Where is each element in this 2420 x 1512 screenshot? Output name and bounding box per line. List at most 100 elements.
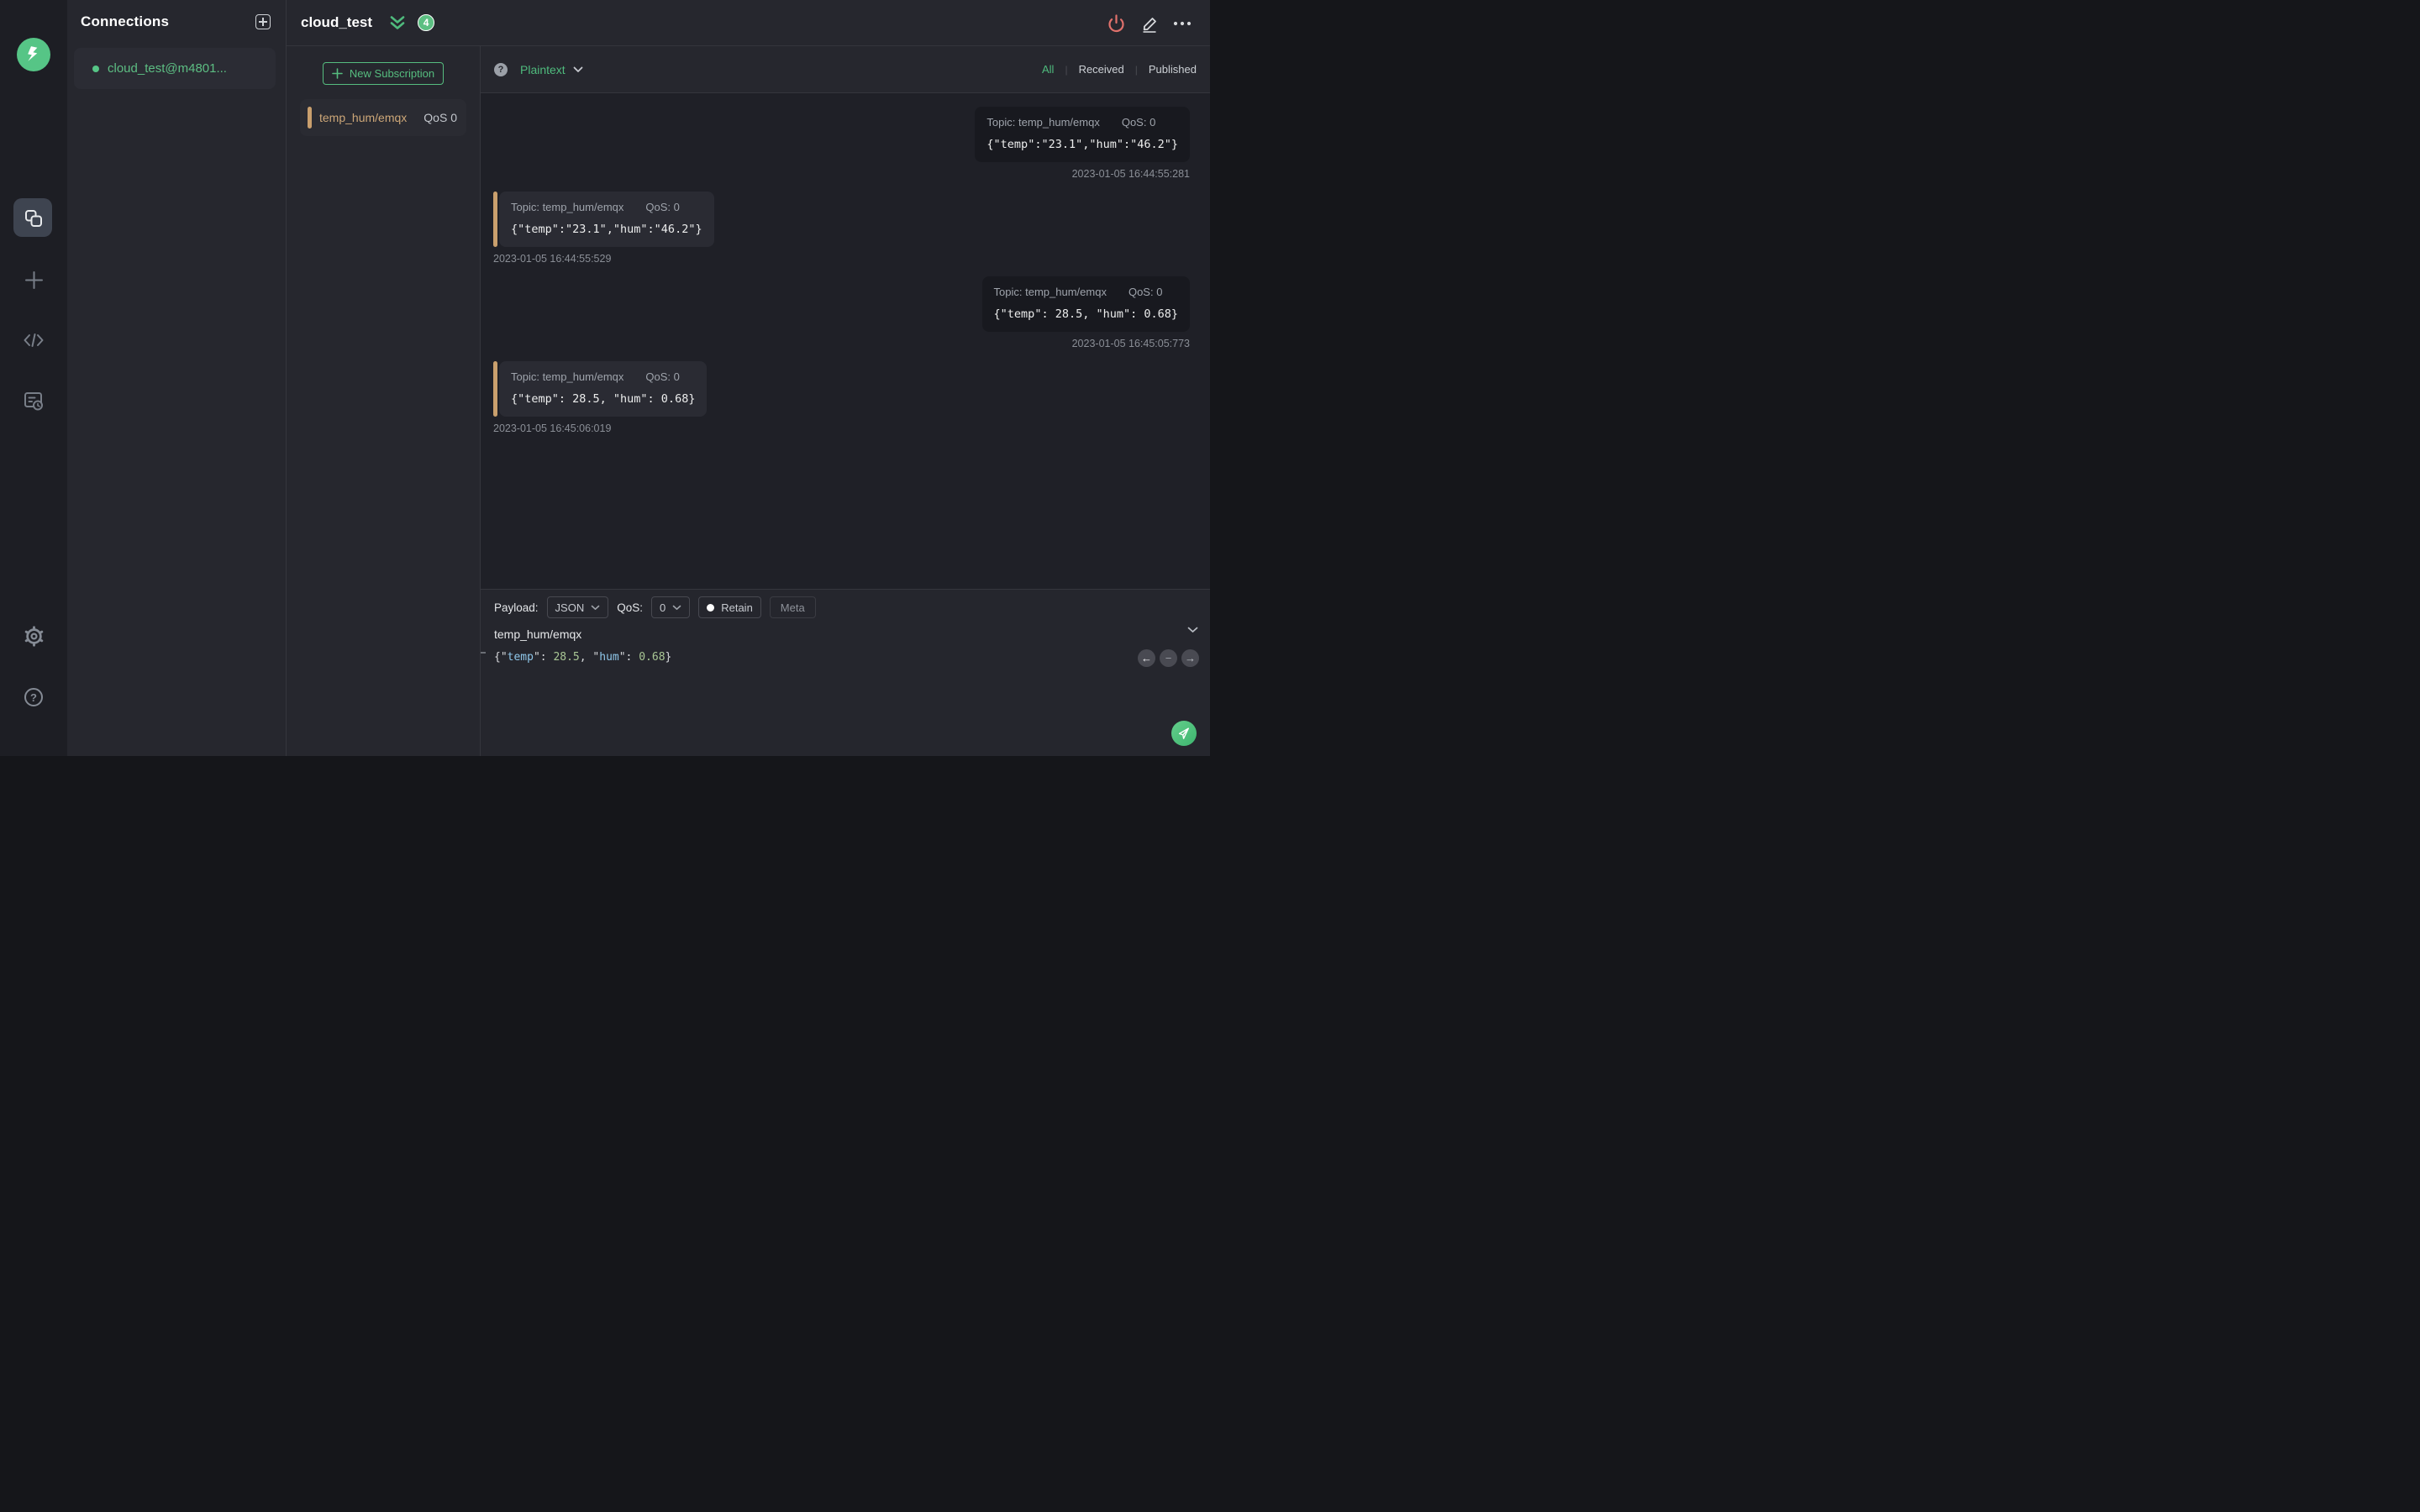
message-bubble[interactable]: Topic: temp_hum/emqx QoS: 0 {"temp":"23.… [499, 192, 714, 247]
subscription-item[interactable]: temp_hum/emqx QoS 0 [300, 99, 466, 136]
message-bubble-row: Topic: temp_hum/emqx QoS: 0 {"temp": 28.… [493, 361, 708, 417]
message-timestamp: 2023-01-05 16:45:05:773 [1071, 338, 1190, 349]
connection-name: cloud_test@m4801... [108, 61, 227, 76]
more-options-button[interactable] [1172, 13, 1192, 33]
filter-published[interactable]: Published [1149, 63, 1197, 76]
mqttx-logo-glyph [28, 46, 38, 61]
subscription-qos: QoS 0 [424, 111, 457, 124]
code-icon [24, 333, 44, 347]
history-clear-button[interactable]: − [1160, 649, 1177, 667]
disconnect-button[interactable] [1107, 13, 1126, 33]
message-published: Topic: temp_hum/emqx QoS: 0 {"temp": 28.… [981, 276, 1190, 349]
log-icon [24, 392, 43, 411]
history-next-button[interactable]: → [1181, 649, 1199, 667]
filter-received[interactable]: Received [1079, 63, 1124, 76]
messages-column: ? Plaintext All | Received | Published T… [481, 46, 1210, 756]
connected-status-dot [92, 65, 99, 72]
meta-button[interactable]: Meta [769, 596, 816, 618]
message-bubble[interactable]: Topic: temp_hum/emqx QoS: 0 {"temp": 28.… [499, 361, 708, 417]
send-button[interactable] [1171, 721, 1197, 746]
message-bubble-row: Topic: temp_hum/emqx QoS: 0 {"temp":"23.… [493, 192, 714, 247]
connections-icon [24, 209, 42, 227]
message-meta: Topic: temp_hum/emqx QoS: 0 [511, 370, 695, 383]
pencil-icon [1143, 17, 1156, 33]
sidebar-item-log[interactable] [0, 390, 67, 412]
qos-label: QoS: [617, 601, 643, 614]
chevron-down-icon [573, 66, 583, 72]
topic-input[interactable]: temp_hum/emqx [494, 627, 581, 641]
message-filters: All | Received | Published [1042, 63, 1197, 76]
sidebar-item-help[interactable]: ? [0, 688, 67, 706]
message-qos: QoS: 0 [645, 201, 680, 213]
publish-topic-row: temp_hum/emqx [494, 627, 1210, 641]
retain-label: Retain [721, 601, 753, 614]
message-qos: QoS: 0 [1128, 286, 1163, 298]
collapse-editor-button[interactable] [1187, 627, 1198, 633]
editor-gutter-mark [481, 652, 486, 654]
mqttx-logo [17, 38, 50, 71]
message-received: Topic: temp_hum/emqx QoS: 0 {"temp":"23.… [493, 192, 714, 265]
message-payload: {"temp":"23.1","hum":"46.2"} [511, 223, 702, 236]
new-connection-button[interactable] [255, 14, 271, 29]
connections-panel-header: Connections [67, 0, 286, 30]
ellipsis-icon [1173, 21, 1192, 25]
paper-plane-icon [1178, 727, 1189, 739]
sidebar-item-script[interactable] [0, 329, 67, 351]
message-published: Topic: temp_hum/emqx QoS: 0 {"temp":"23.… [975, 107, 1190, 180]
connections-title: Connections [81, 13, 170, 29]
plus-icon [332, 68, 343, 79]
subscription-color-bar [308, 107, 312, 129]
payload-format-help-icon[interactable]: ? [494, 62, 508, 76]
message-history-nav: ← − → [1138, 649, 1199, 667]
mqttx-app-window: ? Connections cloud_test@m4801... cloud_… [0, 0, 1210, 756]
message-meta: Topic: temp_hum/emqx QoS: 0 [511, 201, 702, 213]
icon-rail: ? [0, 0, 67, 756]
subscription-color-bar [493, 192, 497, 247]
message-meta: Topic: temp_hum/emqx QoS: 0 [994, 286, 1178, 298]
connection-title: cloud_test [301, 14, 373, 30]
connection-header: cloud_test 4 [287, 0, 1210, 46]
payload-format-value: Plaintext [520, 62, 566, 76]
double-chevron-down-icon [390, 16, 405, 29]
filter-all[interactable]: All [1042, 63, 1054, 76]
payload-editor[interactable]: {"temp": 28.5, "hum": 0.68} [494, 651, 1210, 664]
payload-label: Payload: [494, 601, 539, 614]
message-bubble[interactable]: Topic: temp_hum/emqx QoS: 0 {"temp":"23.… [975, 107, 1190, 162]
retain-dot-icon [707, 603, 715, 612]
message-topic: Topic: temp_hum/emqx [993, 286, 1107, 298]
qos-select[interactable]: 0 [650, 596, 691, 618]
message-payload: {"temp": 28.5, "hum": 0.68} [511, 392, 696, 406]
edit-connection-button[interactable] [1139, 13, 1159, 33]
message-meta: Topic: temp_hum/emqx QoS: 0 [986, 116, 1178, 129]
message-bubble[interactable]: Topic: temp_hum/emqx QoS: 0 {"temp": 28.… [981, 276, 1190, 332]
collapse-messages-button[interactable] [389, 15, 406, 30]
connection-list-item[interactable]: cloud_test@m4801... [74, 48, 276, 89]
sidebar-item-new-connection[interactable] [0, 269, 67, 291]
question-circle-icon: ? [24, 688, 43, 706]
message-bubble-row: Topic: temp_hum/emqx QoS: 0 {"temp": 28.… [981, 276, 1190, 332]
message-qos: QoS: 0 [645, 370, 680, 383]
payload-type-select[interactable]: JSON [546, 596, 609, 618]
history-prev-button[interactable]: ← [1138, 649, 1155, 667]
message-topic: Topic: temp_hum/emqx [986, 116, 1100, 129]
message-timestamp: 2023-01-05 16:44:55:281 [1071, 168, 1190, 180]
messages-toolbar: ? Plaintext All | Received | Published [481, 46, 1210, 93]
unread-count-badge: 4 [418, 14, 435, 31]
chevron-down-icon [1187, 627, 1198, 633]
meta-label: Meta [780, 601, 805, 614]
sidebar-item-settings[interactable] [0, 625, 67, 648]
message-payload: {"temp": 28.5, "hum": 0.68} [993, 307, 1178, 321]
message-list[interactable]: Topic: temp_hum/emqx QoS: 0 {"temp":"23.… [481, 93, 1210, 589]
message-qos: QoS: 0 [1121, 116, 1156, 129]
message-timestamp: 2023-01-05 16:44:55:529 [493, 253, 612, 265]
qos-value: 0 [659, 601, 666, 614]
new-subscription-button[interactable]: New Subscription [323, 62, 444, 85]
sidebar-item-connections[interactable] [13, 198, 52, 237]
payload-format-select[interactable]: Plaintext [520, 63, 583, 76]
plus-icon [24, 271, 43, 289]
retain-toggle[interactable]: Retain [698, 596, 761, 618]
message-topic: Topic: temp_hum/emqx [511, 370, 624, 383]
subscription-topic: temp_hum/emqx [319, 111, 408, 124]
new-subscription-label: New Subscription [349, 67, 435, 80]
main-area: cloud_test 4 New Subscription temp_hum/e… [287, 0, 1210, 756]
